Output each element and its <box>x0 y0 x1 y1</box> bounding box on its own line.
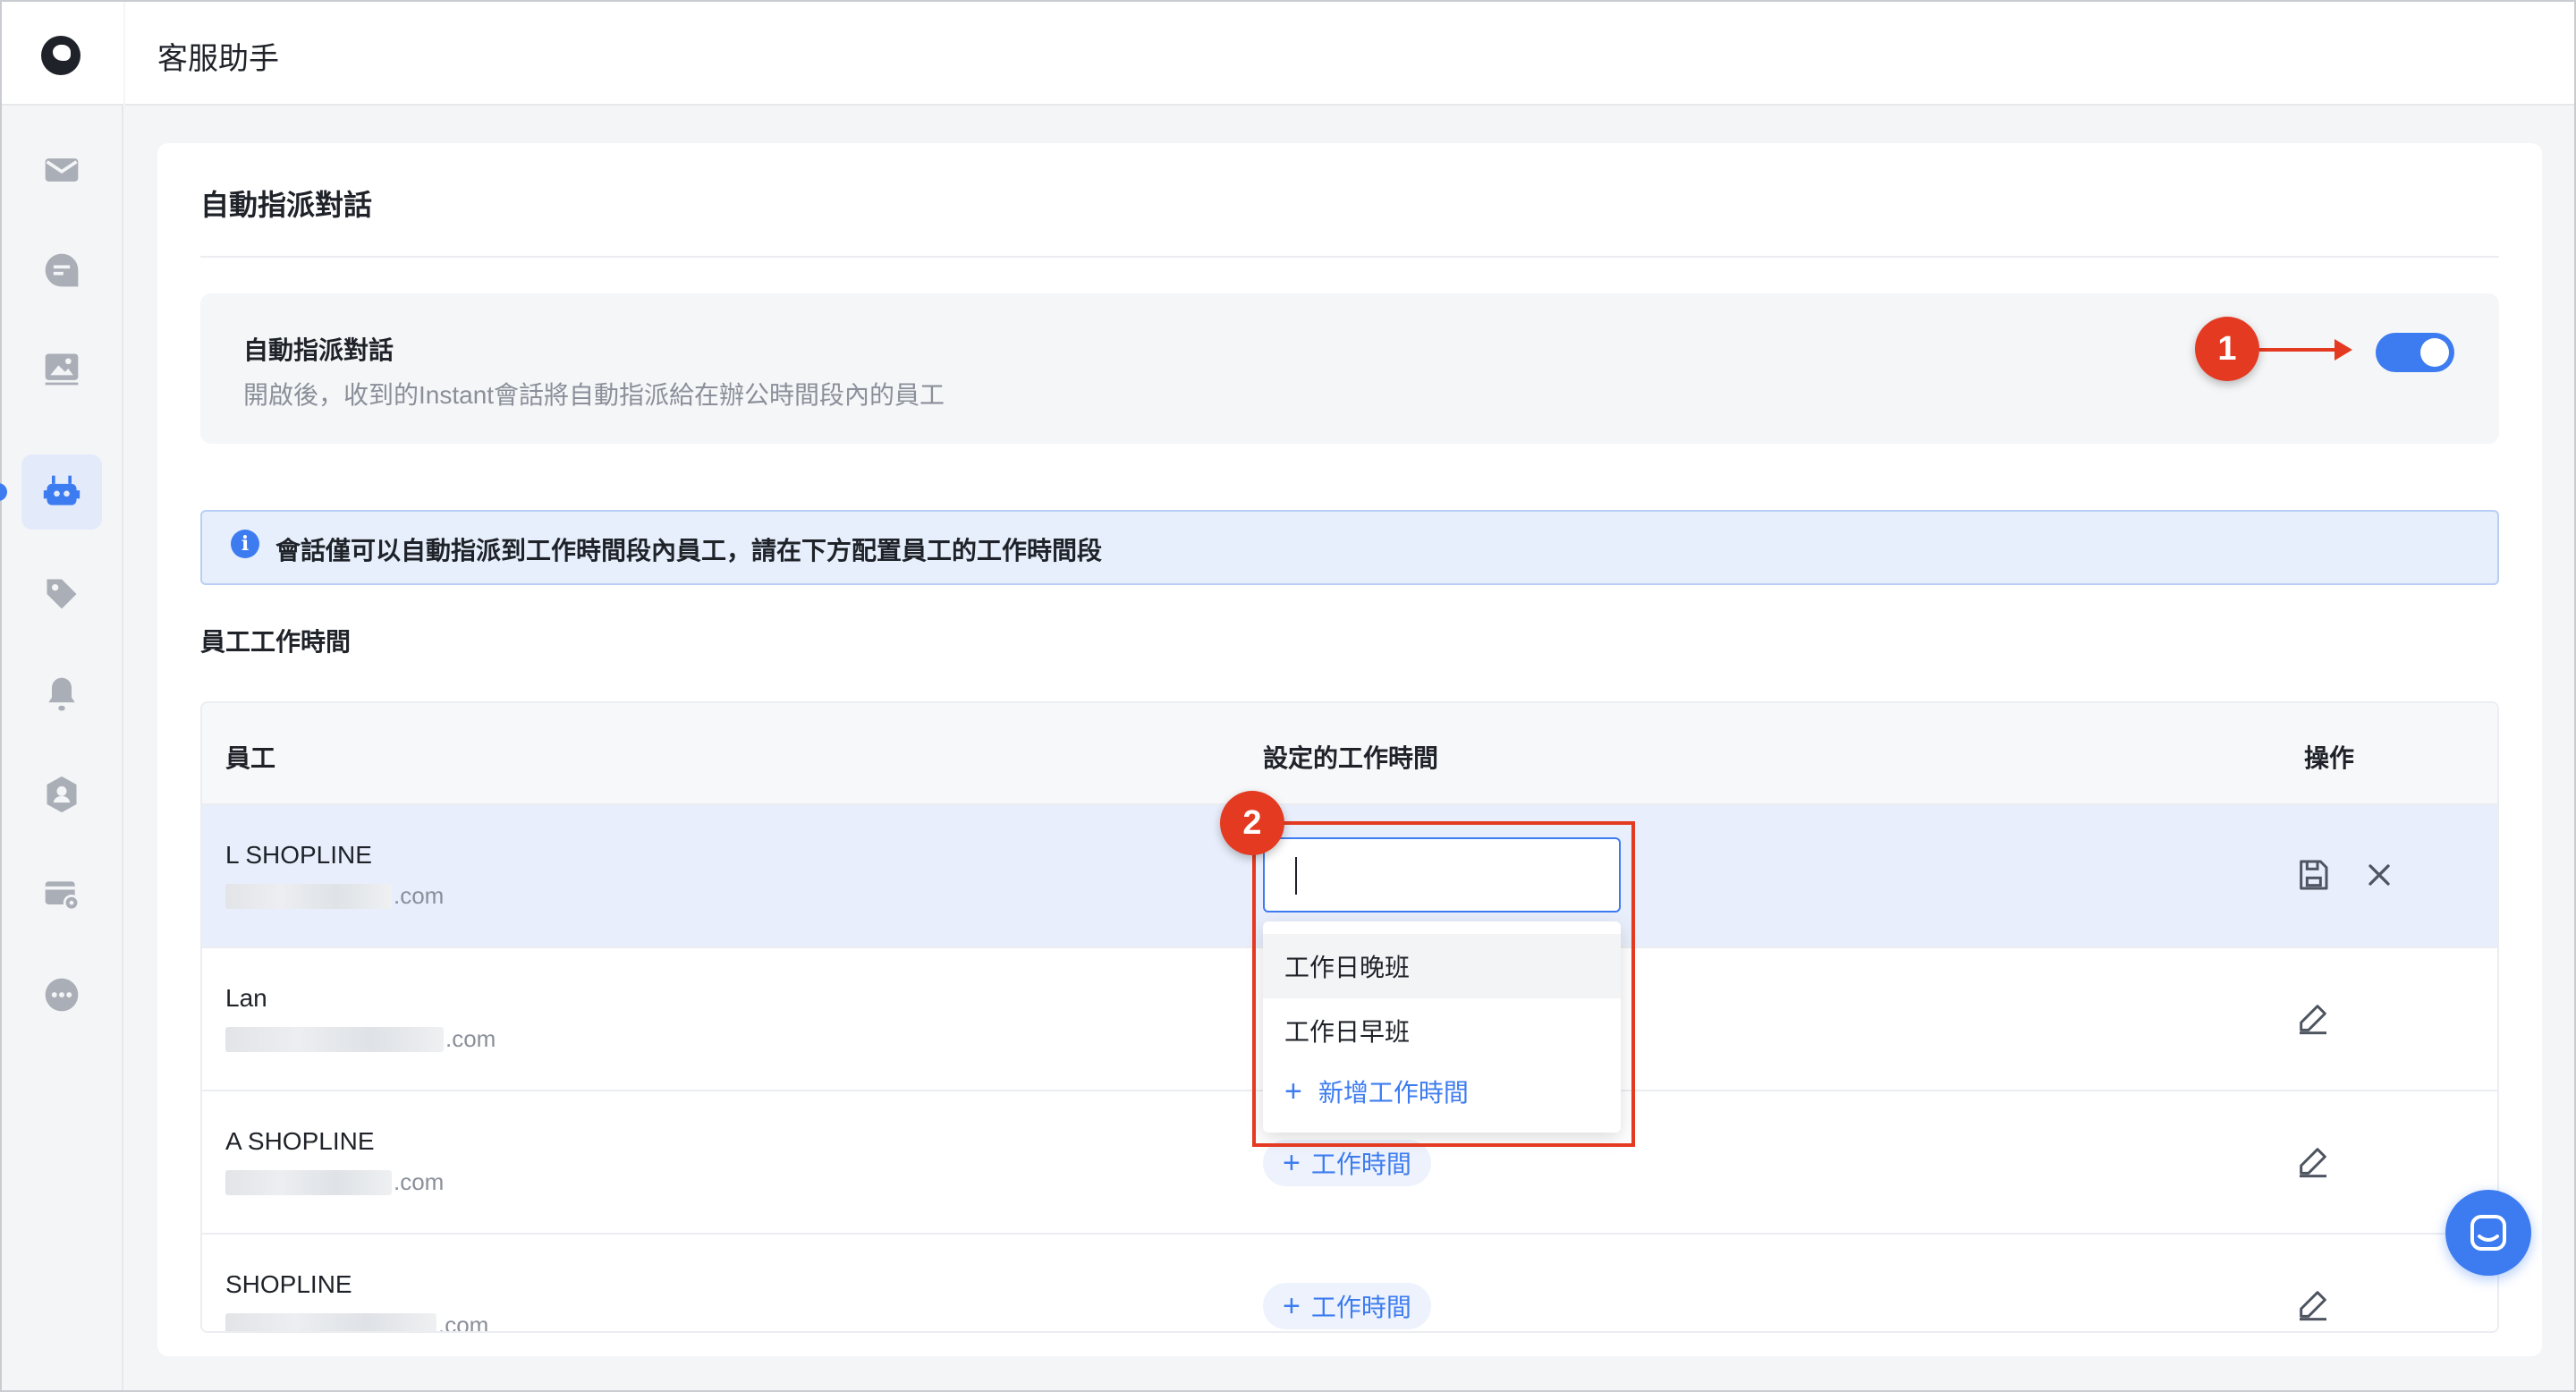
section-title: 自動指派對話 <box>200 189 373 221</box>
image-icon <box>45 353 79 386</box>
staff-name: A SHOPLINE <box>225 1127 375 1155</box>
sidebar <box>0 2 123 1390</box>
annotation-marker-1: 1 <box>2195 317 2259 381</box>
bell-icon <box>48 677 75 711</box>
sidebar-item-media[interactable] <box>21 331 102 406</box>
user-shield-icon <box>47 776 77 813</box>
logo-cell <box>2 2 123 106</box>
robot-icon <box>43 475 80 505</box>
info-banner: i 會話僅可以自動指派到工作時間段內員工，請在下方配置員工的工作時間段 <box>200 510 2499 585</box>
sidebar-item-staff[interactable] <box>21 757 102 832</box>
sidebar-item-automation[interactable] <box>21 454 102 530</box>
chat-icon <box>45 253 79 287</box>
divider <box>200 256 2499 258</box>
staff-email: .com <box>225 1311 489 1333</box>
redacted-email <box>225 1169 392 1195</box>
mail-icon <box>45 158 79 182</box>
app-title: 客服助手 <box>157 42 279 76</box>
edit-icon[interactable] <box>2295 1143 2331 1179</box>
column-header-hours: 設定的工作時間 <box>1263 744 1439 772</box>
annotation-highlight-box <box>1252 821 1635 1147</box>
column-header-staff: 員工 <box>225 744 276 772</box>
redacted-email <box>225 1312 436 1331</box>
staff-hours-title: 員工工作時間 <box>200 628 352 656</box>
sidebar-item-notifications[interactable] <box>21 657 102 732</box>
email-suffix: .com <box>445 1025 496 1052</box>
staff-email: .com <box>225 882 444 910</box>
sidebar-item-mail[interactable] <box>21 132 102 208</box>
sidebar-item-more[interactable] <box>21 957 102 1032</box>
table-header: 員工 設定的工作時間 操作 <box>202 703 2497 803</box>
email-suffix: .com <box>438 1311 489 1333</box>
edit-icon[interactable] <box>2295 1000 2331 1036</box>
sidebar-item-chat[interactable] <box>21 233 102 308</box>
annotation-arrow <box>2259 339 2352 361</box>
support-chat-button[interactable] <box>2445 1190 2531 1276</box>
edit-icon[interactable] <box>2295 1286 2331 1322</box>
annotation-marker-2: 2 <box>1220 791 1284 855</box>
tag-icon <box>47 579 77 609</box>
sidebar-item-settings[interactable] <box>21 857 102 932</box>
main-card: 自動指派對話 自動指派對話 開啟後，收到的Instant會話將自動指派給在辦公時… <box>157 143 2542 1356</box>
close-icon[interactable] <box>2361 857 2397 893</box>
info-message: 會話僅可以自動指派到工作時間段內員工，請在下方配置員工的工作時間段 <box>275 537 1103 564</box>
staff-name: Lan <box>225 984 267 1012</box>
table-row: SHOPLINE .com + 工作時間 <box>202 1233 2497 1333</box>
email-suffix: .com <box>394 882 445 909</box>
app-logo[interactable] <box>41 36 80 75</box>
top-header: 客服助手 <box>125 2 2574 106</box>
card-settings-icon <box>45 881 80 912</box>
setting-description: 開啟後，收到的Instant會話將自動指派給在辦公時間段內的員工 <box>243 381 945 409</box>
more-icon <box>45 978 79 1012</box>
redacted-email <box>225 883 392 909</box>
active-indicator <box>0 483 7 501</box>
redacted-email <box>225 1026 444 1052</box>
auto-assign-setting: 自動指派對話 開啟後，收到的Instant會話將自動指派給在辦公時間段內的員工 <box>200 293 2499 444</box>
info-icon: i <box>231 530 259 558</box>
staff-name: SHOPLINE <box>225 1270 352 1298</box>
plus-icon: + <box>1283 1288 1301 1323</box>
staff-email: .com <box>225 1025 496 1053</box>
staff-email: .com <box>225 1168 444 1196</box>
column-header-actions: 操作 <box>2304 744 2355 772</box>
auto-assign-toggle[interactable] <box>2376 333 2454 372</box>
toggle-knob <box>2420 338 2449 367</box>
add-work-hours-button[interactable]: + 工作時間 <box>1263 1283 1431 1329</box>
add-work-hours-label: 工作時間 <box>1310 1150 1411 1178</box>
setting-title: 自動指派對話 <box>243 336 394 364</box>
staff-name: L SHOPLINE <box>225 841 372 869</box>
save-icon[interactable] <box>2295 857 2331 893</box>
plus-icon: + <box>1283 1145 1301 1180</box>
chat-bubble-icon <box>2470 1215 2506 1251</box>
email-suffix: .com <box>394 1168 445 1195</box>
add-work-hours-label: 工作時間 <box>1310 1294 1411 1321</box>
sidebar-item-tags[interactable] <box>21 556 102 632</box>
